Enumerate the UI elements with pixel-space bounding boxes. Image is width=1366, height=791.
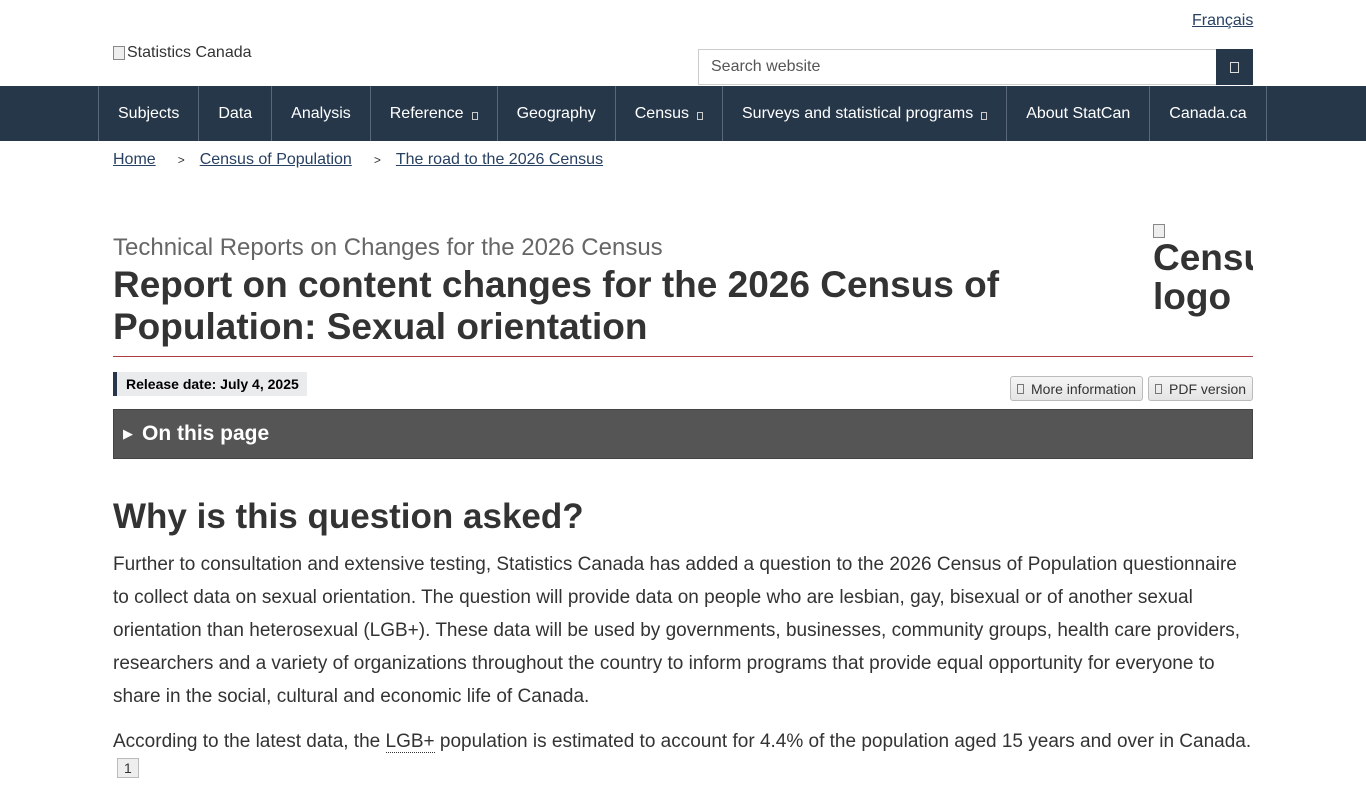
on-this-page-label: On this page	[142, 422, 270, 445]
breadcrumb: Home > Census of Population > The road t…	[113, 151, 603, 169]
logo-alt-text: Statistics Canada	[127, 44, 252, 61]
nav-item-reference[interactable]: Reference	[369, 86, 497, 141]
breadcrumb-home[interactable]: Home	[113, 151, 156, 169]
nav-label: About StatCan	[1026, 104, 1131, 122]
dropdown-icon	[697, 111, 703, 120]
census-logo-alt-text: Census logo	[1153, 237, 1253, 317]
pdf-version-label: PDF version	[1169, 380, 1247, 397]
main-menu: Subjects Data Analysis Reference Geograp…	[0, 86, 1366, 141]
nav-item-subjects[interactable]: Subjects	[98, 86, 198, 141]
footnote-link[interactable]: 1	[117, 758, 139, 778]
pdf-version-button[interactable]: PDF version	[1148, 376, 1254, 401]
on-this-page-toggle[interactable]: ▶ On this page	[113, 409, 1253, 459]
nav-item-about[interactable]: About StatCan	[1006, 86, 1149, 141]
paragraph-text: According to the latest data, the	[113, 731, 386, 752]
broken-image-icon	[1153, 224, 1165, 238]
nav-item-census[interactable]: Census	[614, 86, 722, 141]
nav-item-analysis[interactable]: Analysis	[271, 86, 370, 141]
report-series-title: Technical Reports on Changes for the 202…	[113, 234, 663, 261]
nav-item-canada-ca[interactable]: Canada.ca	[1149, 86, 1267, 141]
info-icon	[1017, 383, 1024, 394]
page-title: Report on content changes for the 2026 C…	[113, 264, 1000, 347]
nav-item-geography[interactable]: Geography	[496, 86, 615, 141]
more-information-button[interactable]: More information	[1010, 376, 1144, 401]
body-paragraph: Further to consultation and extensive te…	[113, 554, 1241, 707]
nav-label: Subjects	[118, 104, 180, 122]
search-icon	[1230, 61, 1239, 73]
release-date: Release date: July 4, 2025	[113, 372, 307, 396]
nav-label: Reference	[389, 104, 464, 122]
nav-label: Geography	[516, 104, 596, 122]
language-toggle-link[interactable]: Français	[1192, 12, 1253, 30]
breadcrumb-census-of-population[interactable]: Census of Population	[200, 151, 352, 169]
lgb-abbreviation: LGB+	[385, 731, 435, 753]
pdf-icon	[1155, 383, 1162, 394]
more-information-label: More information	[1031, 380, 1137, 397]
title-divider	[113, 356, 1253, 357]
nav-item-data[interactable]: Data	[198, 86, 271, 141]
dropdown-icon	[981, 111, 988, 120]
expand-triangle-icon: ▶	[123, 426, 133, 441]
dropdown-icon	[471, 111, 478, 120]
nav-item-surveys[interactable]: Surveys and statistical programs	[722, 86, 1006, 141]
search-input[interactable]	[698, 49, 1216, 85]
census-logo: Census logo	[1153, 224, 1253, 324]
paragraph-text: population is estimated to account for 4…	[434, 731, 1252, 752]
nav-label: Census	[634, 104, 689, 122]
nav-label: Data	[218, 104, 253, 122]
breadcrumb-separator: >	[177, 153, 185, 167]
nav-label: Analysis	[291, 104, 351, 122]
section-heading: Why is this question asked?	[113, 497, 584, 536]
body-paragraph: According to the latest data, the LGB+ p…	[113, 725, 1253, 791]
search-button[interactable]	[1216, 49, 1253, 85]
nav-label: Surveys and statistical programs	[742, 104, 974, 122]
search-form	[698, 49, 1253, 85]
statcan-logo[interactable]: Statistics Canada	[113, 44, 252, 62]
broken-image-icon	[113, 46, 125, 60]
nav-label: Canada.ca	[1169, 104, 1247, 122]
breadcrumb-road-to-2026[interactable]: The road to the 2026 Census	[396, 151, 603, 169]
breadcrumb-separator: >	[373, 153, 381, 167]
